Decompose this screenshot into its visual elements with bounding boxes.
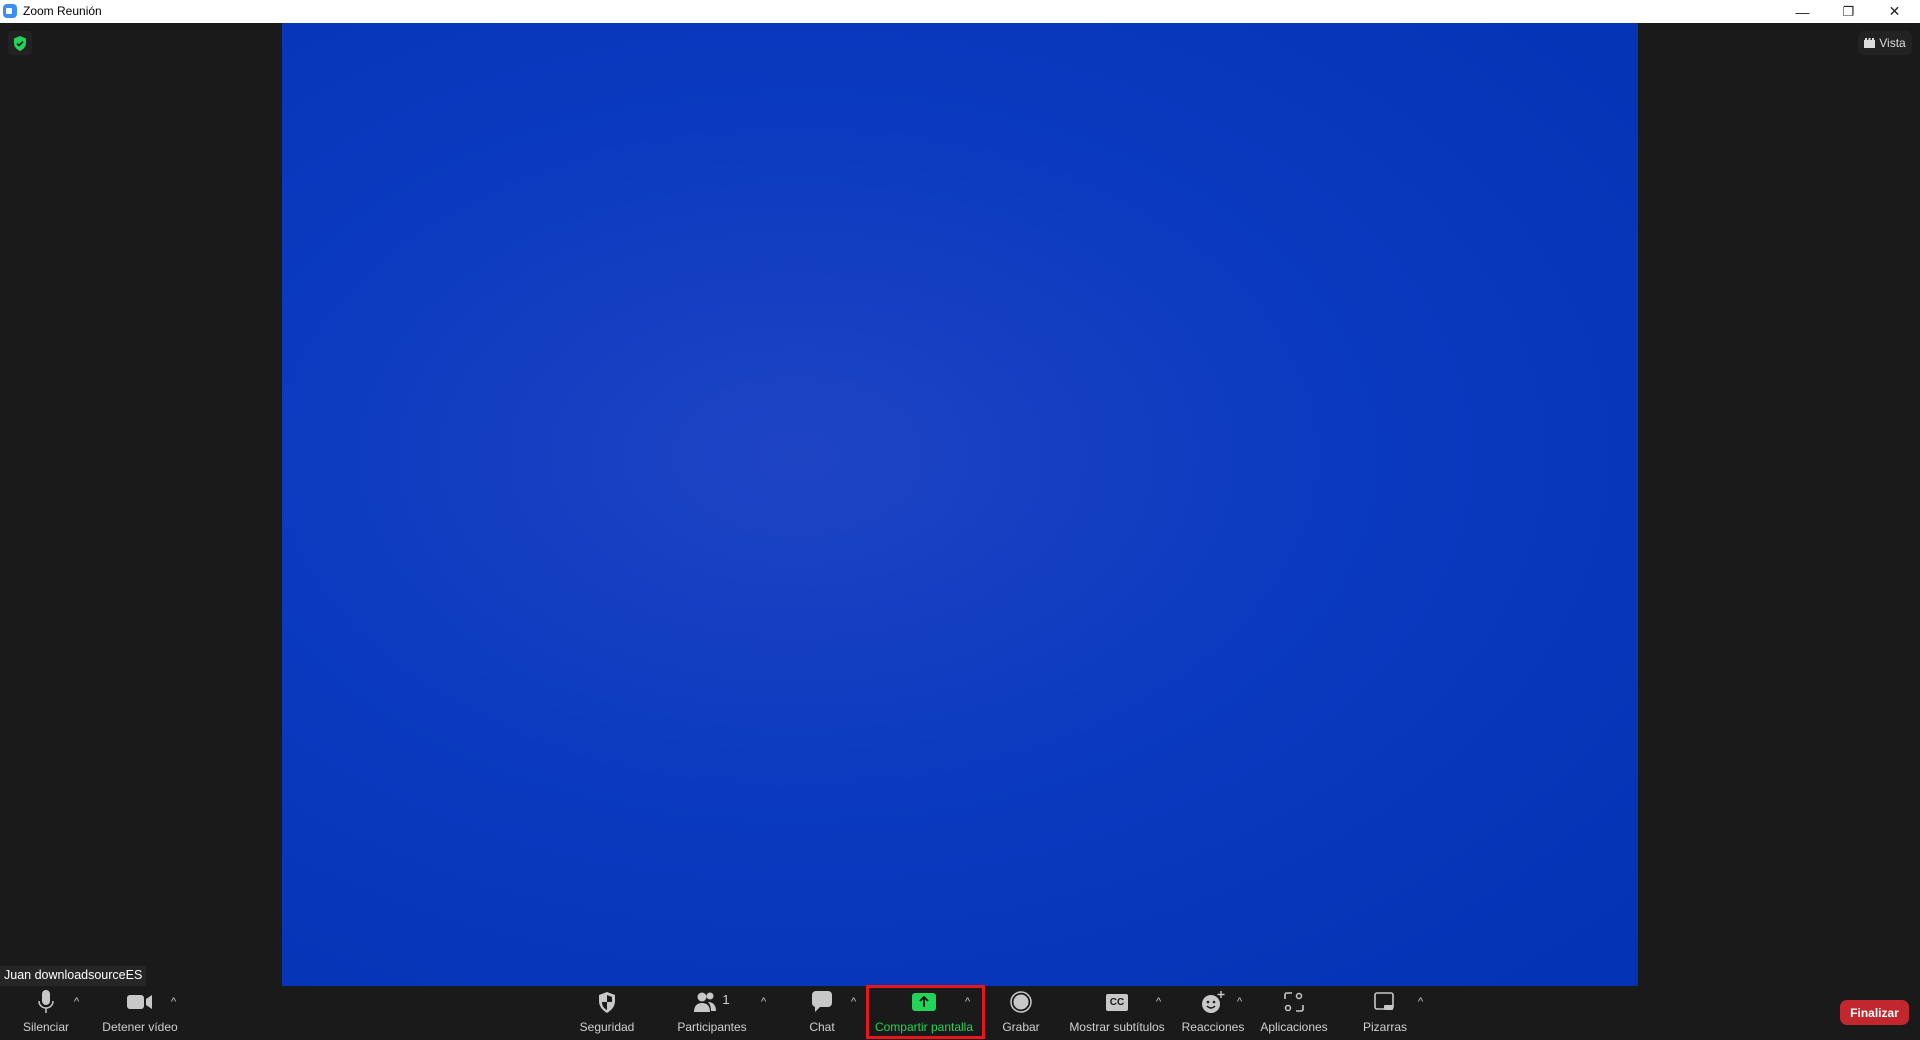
- participant-name-label: Juan downloadsourceES: [0, 966, 147, 986]
- whiteboards-button[interactable]: Pizarras: [1360, 990, 1410, 1036]
- apps-button[interactable]: Aplicaciones: [1258, 990, 1330, 1036]
- security-label: Seguridad: [579, 1020, 635, 1034]
- zoom-app-icon: [3, 4, 17, 18]
- participants-options-caret[interactable]: ^: [761, 996, 766, 1008]
- record-icon: [1010, 991, 1032, 1013]
- mute-button[interactable]: Silenciar: [20, 990, 72, 1036]
- microphone-icon: [38, 990, 54, 1013]
- mute-label: Silenciar: [22, 1020, 70, 1034]
- view-label: Vista: [1879, 36, 1906, 50]
- reactions-icon: [1202, 991, 1225, 1013]
- share-screen-icon: [912, 993, 936, 1011]
- audio-options-caret[interactable]: ^: [74, 996, 79, 1008]
- record-button[interactable]: Grabar: [1000, 990, 1042, 1036]
- reactions-label: Reacciones: [1181, 1020, 1245, 1034]
- minimize-button[interactable]: —: [1780, 0, 1825, 23]
- close-button[interactable]: ✕: [1872, 0, 1917, 23]
- shield-icon: [599, 991, 615, 1013]
- reactions-options-caret[interactable]: ^: [1237, 996, 1242, 1008]
- share-options-caret[interactable]: ^: [965, 996, 970, 1008]
- apps-icon: [1284, 992, 1304, 1012]
- encryption-badge[interactable]: [8, 31, 32, 55]
- video-camera-icon: [127, 995, 152, 1009]
- chat-options-caret[interactable]: ^: [851, 996, 856, 1008]
- chat-icon: [812, 991, 832, 1012]
- chat-button[interactable]: Chat: [802, 990, 842, 1036]
- video-label: Detener vídeo: [102, 1020, 178, 1034]
- window-title: Zoom Reunión: [23, 4, 102, 18]
- participants-button[interactable]: 1 Participantes: [672, 990, 752, 1036]
- participants-label: Participantes: [677, 1020, 747, 1034]
- whiteboard-icon: [1374, 992, 1394, 1010]
- end-meeting-button[interactable]: Finalizar: [1840, 1000, 1909, 1025]
- participant-count: 1: [722, 991, 730, 1007]
- view-button[interactable]: Vista: [1858, 31, 1912, 55]
- restore-button[interactable]: ❐: [1826, 0, 1871, 23]
- closed-captions-icon: CC: [1105, 993, 1129, 1011]
- video-area: [282, 23, 1638, 986]
- apps-label: Aplicaciones: [1260, 1020, 1328, 1034]
- shield-check-icon: [14, 35, 26, 51]
- record-label: Grabar: [1002, 1020, 1040, 1034]
- share-screen-button[interactable]: Compartir pantalla: [870, 990, 978, 1036]
- title-bar: Zoom Reunión — ❐ ✕: [0, 0, 1920, 23]
- share-label: Compartir pantalla: [874, 1020, 974, 1034]
- whiteboards-label: Pizarras: [1362, 1020, 1407, 1034]
- captions-options-caret[interactable]: ^: [1156, 996, 1161, 1008]
- chat-label: Chat: [809, 1020, 835, 1034]
- video-options-caret[interactable]: ^: [171, 996, 176, 1008]
- captions-button[interactable]: CC Mostrar subtítulos: [1066, 990, 1168, 1036]
- participants-icon: [694, 992, 717, 1012]
- stop-video-button[interactable]: Detener vídeo: [100, 990, 180, 1036]
- captions-label: Mostrar subtítulos: [1069, 1020, 1165, 1034]
- whiteboards-options-caret[interactable]: ^: [1418, 996, 1423, 1008]
- security-button[interactable]: Seguridad: [572, 990, 642, 1036]
- view-grid-icon: [1864, 38, 1876, 48]
